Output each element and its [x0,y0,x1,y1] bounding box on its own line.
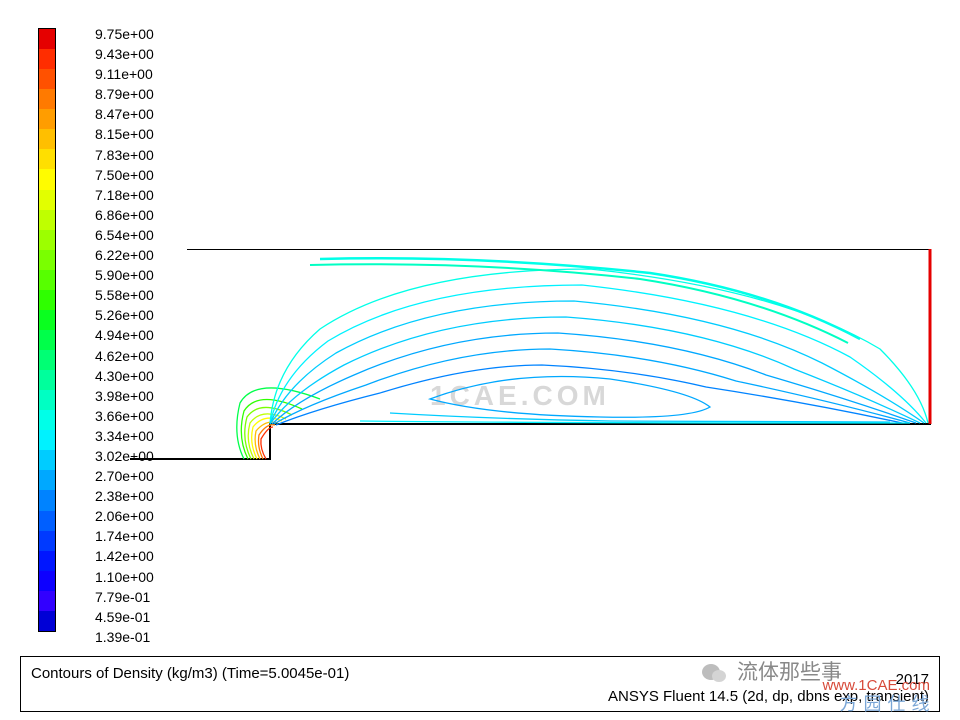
color-swatch [39,310,55,330]
color-swatch [39,49,55,69]
legend-level: 7.18e+00 [95,185,154,205]
color-swatch [39,169,55,189]
legend-level: 7.79e-01 [95,587,154,607]
legend-level: 9.11e+00 [95,64,154,84]
legend-level: 9.43e+00 [95,44,154,64]
color-scale [38,28,56,632]
color-swatch [39,591,55,611]
color-swatch [39,330,55,350]
legend-level: 2.06e+00 [95,506,154,526]
color-swatch [39,29,55,49]
color-swatch [39,390,55,410]
color-swatch [39,109,55,129]
color-swatch [39,531,55,551]
color-swatch [39,350,55,370]
legend-level: 1.39e-01 [95,627,154,647]
legend-level: 1.42e+00 [95,546,154,566]
color-swatch [39,89,55,109]
color-swatch [39,370,55,390]
legend-level: 8.15e+00 [95,124,154,144]
color-swatch [39,190,55,210]
color-swatch [39,270,55,290]
color-swatch [39,230,55,250]
legend-level: 1.74e+00 [95,526,154,546]
figure-root: 9.75e+009.43e+009.11e+008.79e+008.47e+00… [0,0,960,720]
watermark-blue: 方 园 仕 线 [839,690,930,716]
color-swatch [39,430,55,450]
legend-level: 6.86e+00 [95,205,154,225]
contour-plot [130,249,936,494]
legend-level: 1.10e+00 [95,567,154,587]
watermark-cn: 流体那些事 [701,656,842,686]
color-swatch [39,490,55,510]
legend-level: 6.54e+00 [95,225,154,245]
color-swatch [39,69,55,89]
color-swatch [39,511,55,531]
legend-level: 7.50e+00 [95,165,154,185]
color-swatch [39,410,55,430]
legend-level: 7.83e+00 [95,145,154,165]
color-swatch [39,611,55,631]
color-swatch [39,250,55,270]
legend-level: 9.75e+00 [95,24,154,44]
color-swatch [39,470,55,490]
color-swatch [39,129,55,149]
color-swatch [39,210,55,230]
color-swatch [39,450,55,470]
wechat-icon [701,662,727,690]
color-swatch [39,571,55,591]
legend-level: 4.59e-01 [95,607,154,627]
color-swatch [39,551,55,571]
legend-level: 8.47e+00 [95,104,154,124]
color-swatch [39,149,55,169]
legend-level: 8.79e+00 [95,84,154,104]
color-swatch [39,290,55,310]
